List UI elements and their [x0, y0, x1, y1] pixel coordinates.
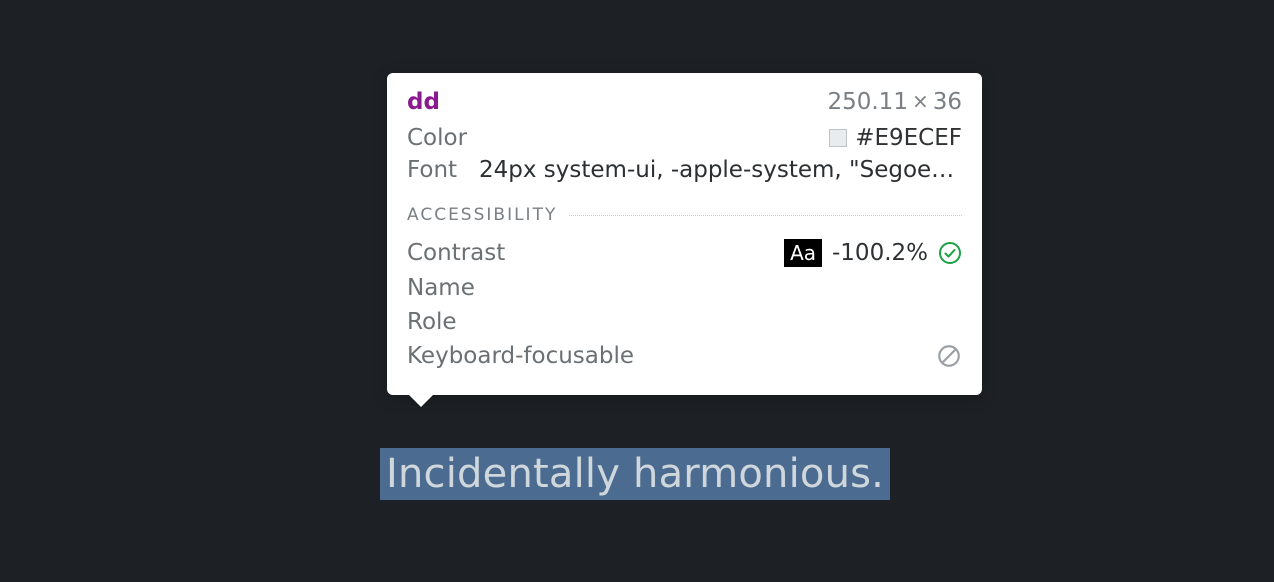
- keyboard-focusable-value: [936, 343, 962, 369]
- element-inspector-tooltip: dd 250.11×36 Color #E9ECEF Font 24px sys…: [387, 73, 982, 395]
- contrast-row: Contrast Aa -100.2%: [407, 239, 962, 267]
- inspected-text-highlight[interactable]: Incidentally harmonious.: [380, 448, 890, 500]
- role-label: Role: [407, 309, 457, 335]
- color-hex-value: #E9ECEF: [855, 125, 962, 151]
- tooltip-header: dd 250.11×36: [407, 89, 962, 115]
- keyboard-focusable-label: Keyboard-focusable: [407, 343, 634, 369]
- name-row: Name: [407, 275, 962, 301]
- contrast-ratio-value: -100.2%: [832, 240, 928, 266]
- not-allowed-icon: [936, 343, 962, 369]
- name-label: Name: [407, 275, 475, 301]
- check-circle-icon: [938, 241, 962, 265]
- element-dimensions: 250.11×36: [827, 89, 962, 115]
- keyboard-focusable-row: Keyboard-focusable: [407, 343, 962, 369]
- dimension-height: 36: [933, 89, 962, 115]
- color-swatch-icon: [829, 129, 847, 147]
- contrast-value-group: Aa -100.2%: [784, 239, 962, 267]
- contrast-sample-icon: Aa: [784, 239, 822, 267]
- font-value: 24px system-ui, -apple-system, "Segoe…: [479, 157, 962, 183]
- font-row: Font 24px system-ui, -apple-system, "Seg…: [407, 157, 962, 183]
- dimension-width: 250.11: [827, 89, 907, 115]
- element-tag-name: dd: [407, 89, 440, 115]
- color-row: Color #E9ECEF: [407, 125, 962, 151]
- accessibility-section-header: ACCESSIBILITY: [407, 205, 962, 225]
- dimension-separator: ×: [912, 89, 929, 113]
- accessibility-title: ACCESSIBILITY: [407, 205, 557, 225]
- font-label: Font: [407, 157, 465, 183]
- contrast-label: Contrast: [407, 240, 505, 266]
- color-label: Color: [407, 125, 467, 151]
- role-row: Role: [407, 309, 962, 335]
- color-value-group: #E9ECEF: [829, 125, 962, 151]
- section-divider: [569, 215, 962, 216]
